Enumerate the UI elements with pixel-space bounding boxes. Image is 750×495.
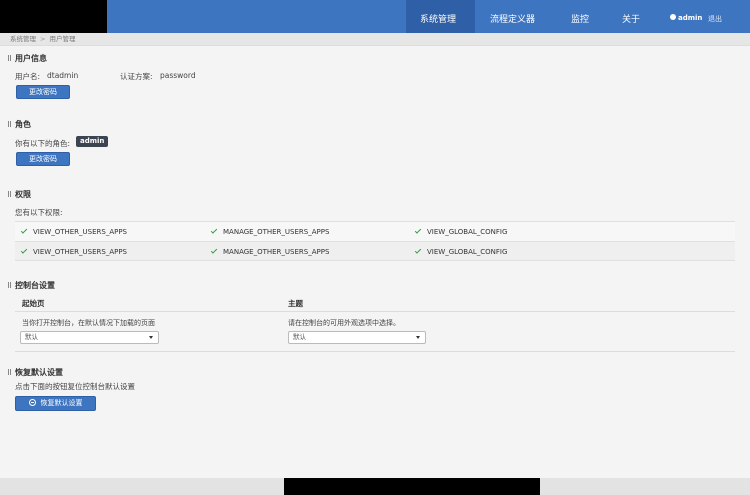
user-icon	[670, 14, 676, 20]
section-title-roles: 角色	[8, 119, 31, 130]
restore-description: 点击下面的按钮复位控制台默认设置	[15, 382, 135, 391]
permission-row: VIEW_OTHER_USERS_APPS MANAGE_OTHER_USERS…	[15, 241, 735, 261]
nav-user-name: admin	[678, 14, 703, 22]
nav-user[interactable]: admin	[670, 14, 702, 22]
check-icon	[210, 247, 218, 254]
permission-item: VIEW_OTHER_USERS_APPS	[20, 227, 127, 236]
start-page-description: 当你打开控制台，在默认情况下加载的页面	[22, 319, 155, 327]
logout-link[interactable]: 退出	[708, 14, 722, 24]
breadcrumb: 系统管理 > 用户管理	[0, 33, 750, 46]
footer-block	[284, 478, 540, 495]
change-password-button[interactable]: 更改密码	[16, 85, 70, 99]
section-marker-icon	[8, 282, 11, 288]
chevron-down-icon	[149, 336, 153, 339]
divider	[15, 351, 735, 352]
roles-label: 你有以下的角色:	[15, 139, 71, 148]
start-page-select[interactable]: 默认	[20, 331, 159, 344]
theme-description: 请在控制台的可用外观选项中选择。	[288, 319, 400, 327]
section-marker-icon	[8, 55, 11, 61]
section-marker-icon	[8, 121, 11, 127]
nav-item-system-admin[interactable]: 系统管理	[420, 12, 456, 25]
divider	[15, 311, 735, 312]
theme-header: 主题	[288, 299, 303, 308]
check-icon	[414, 247, 422, 254]
start-page-header: 起始页	[22, 299, 45, 308]
permission-item: VIEW_GLOBAL_CONFIG	[414, 227, 507, 236]
permission-item: MANAGE_OTHER_USERS_APPS	[210, 247, 329, 256]
breadcrumb-current: 用户管理	[49, 35, 76, 43]
section-title-restore-defaults: 恢复默认设置	[8, 367, 63, 378]
check-icon	[414, 227, 422, 234]
check-icon	[210, 227, 218, 234]
check-icon	[20, 227, 28, 234]
nav-item-flow-designer[interactable]: 流程定义器	[490, 12, 535, 25]
auth-scheme-label: 认证方案:	[120, 72, 153, 81]
role-badge: admin	[76, 136, 109, 147]
chevron-down-icon	[416, 336, 420, 339]
permission-item: VIEW_OTHER_USERS_APPS	[20, 247, 127, 256]
logo-area	[0, 0, 107, 33]
permission-item: VIEW_GLOBAL_CONFIG	[414, 247, 507, 256]
username-label: 用户名:	[15, 72, 41, 81]
auth-scheme-value: password	[160, 71, 196, 80]
breadcrumb-separator: >	[40, 35, 46, 43]
permissions-label: 您有以下权限:	[15, 208, 63, 217]
section-title-permissions: 权限	[8, 189, 31, 200]
restore-defaults-button[interactable]: 恢复默认设置	[15, 396, 96, 411]
breadcrumb-root[interactable]: 系统管理	[10, 35, 36, 43]
permission-item: MANAGE_OTHER_USERS_APPS	[210, 227, 329, 236]
section-marker-icon	[8, 369, 11, 375]
roles-change-button[interactable]: 更改密码	[16, 152, 70, 166]
permission-row: VIEW_OTHER_USERS_APPS MANAGE_OTHER_USERS…	[15, 221, 735, 241]
section-title-user-info: 用户信息	[8, 53, 47, 64]
nav-item-monitor[interactable]: 监控	[571, 12, 589, 25]
reset-icon	[28, 399, 36, 406]
section-title-console-settings: 控制台设置	[8, 280, 55, 291]
section-marker-icon	[8, 191, 11, 197]
check-icon	[20, 247, 28, 254]
username-value: dtadmin	[47, 71, 79, 80]
nav-item-about[interactable]: 关于	[622, 12, 640, 25]
theme-select[interactable]: 默认	[288, 331, 426, 344]
